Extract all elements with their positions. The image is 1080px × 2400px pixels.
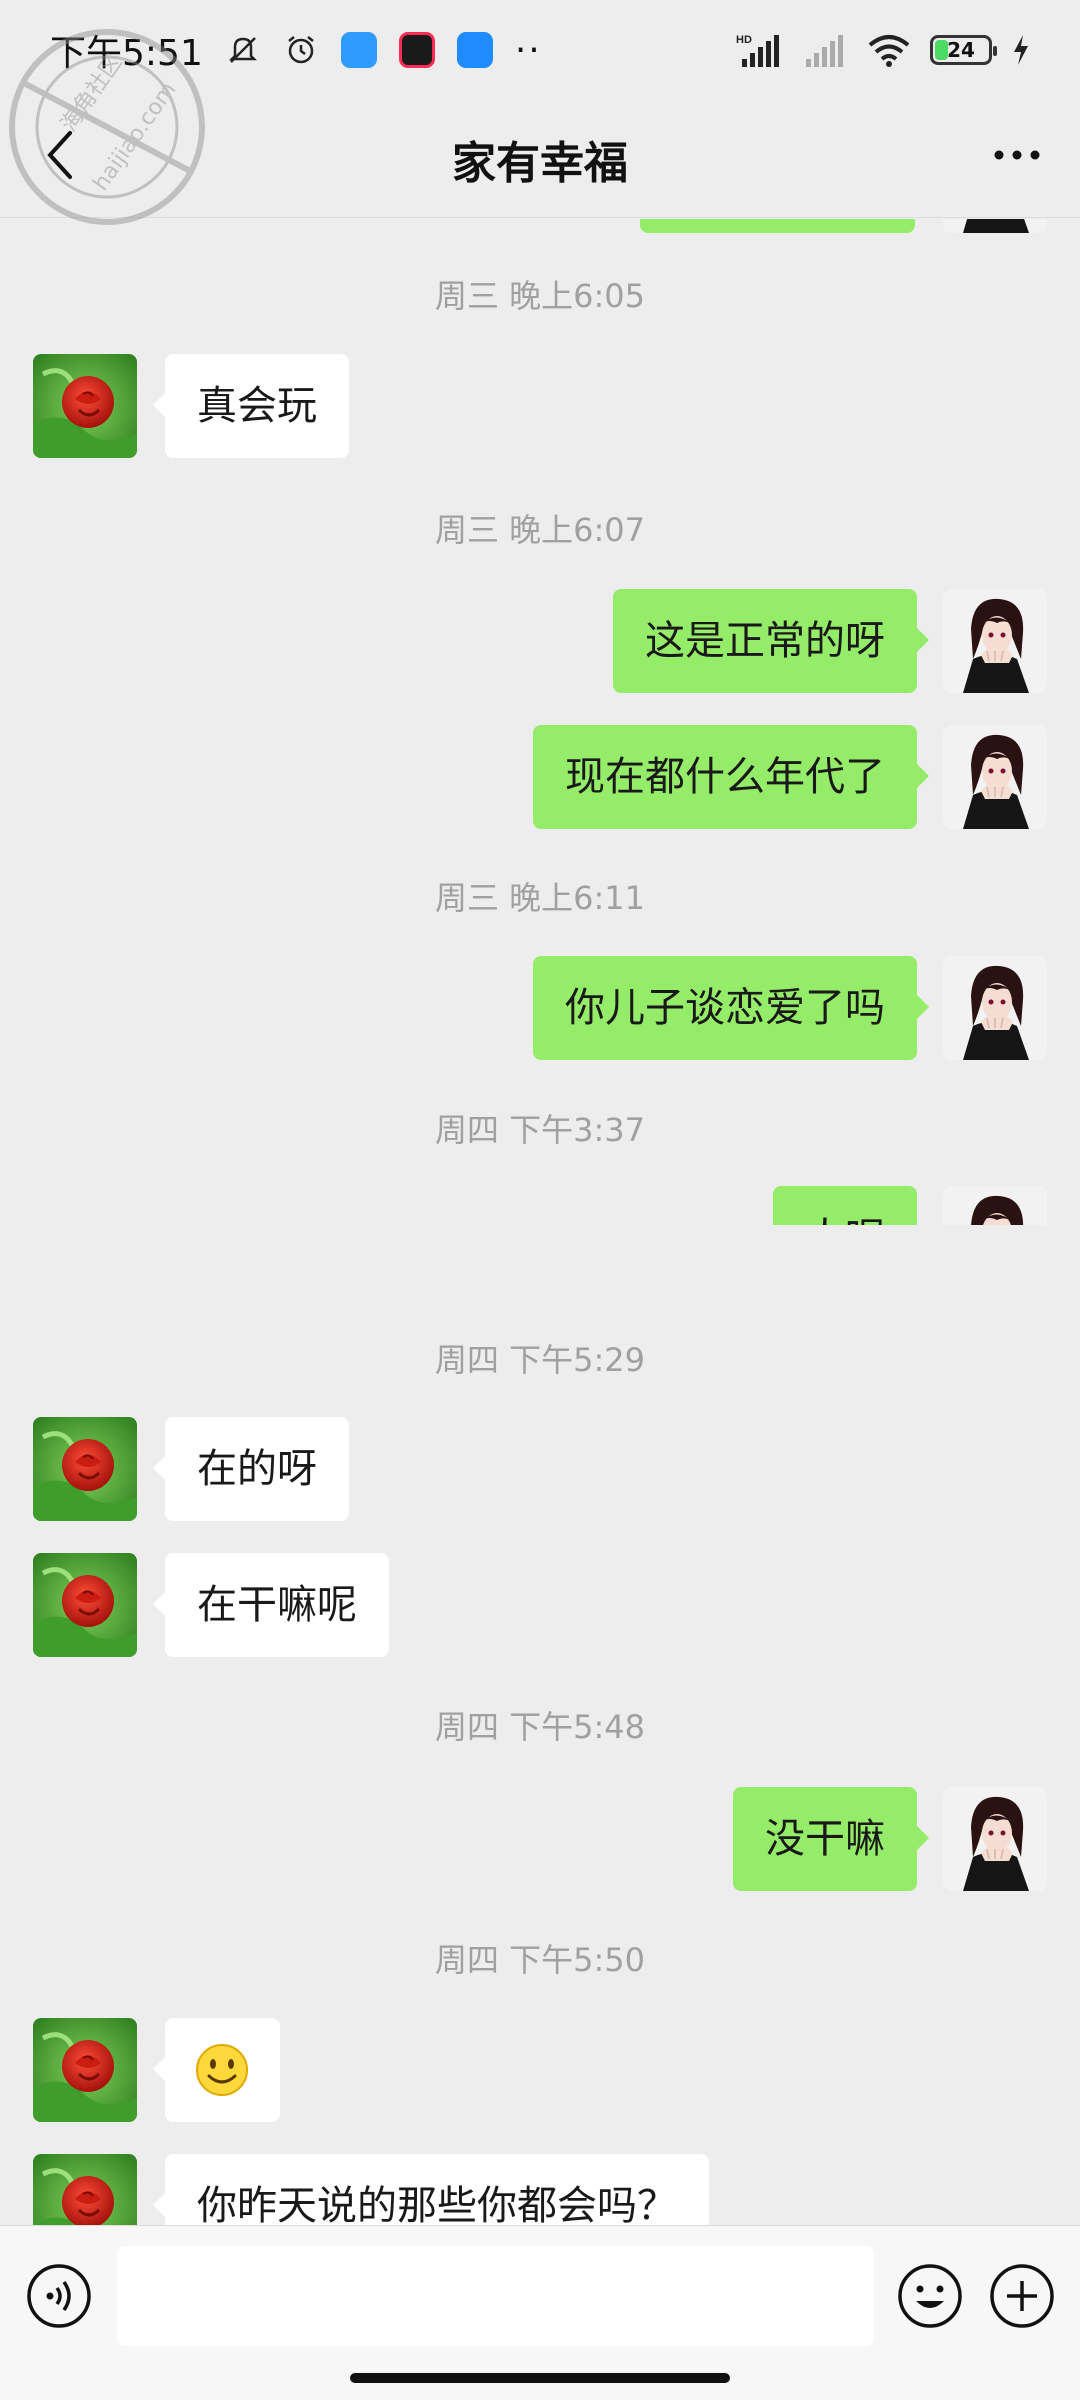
timestamp: 周三 晚上6:05 <box>434 277 646 315</box>
contact-avatar[interactable] <box>33 1417 137 1521</box>
timestamp: 周四 下午3:37 <box>434 1111 646 1149</box>
hd-signal-icon: HD <box>736 33 784 67</box>
battery-icon: 24 <box>930 35 997 65</box>
incoming-message[interactable]: 在干嘛呢 <box>153 1553 389 1657</box>
timestamp: 周四 下午5:48 <box>434 1708 646 1746</box>
status-right: HD 24 <box>736 33 1030 67</box>
outgoing-message[interactable]: 你儿子谈恋爱了吗 <box>533 956 929 1060</box>
my-avatar[interactable] <box>943 589 1047 693</box>
video-app-icon <box>398 32 435 68</box>
timestamp: 周四 下午5:29 <box>434 1341 646 1379</box>
charging-icon <box>1012 34 1030 66</box>
my-avatar[interactable] <box>943 956 1047 1060</box>
status-bar: 下午5:51 ·· HD 24 <box>0 0 1080 100</box>
contact-avatar[interactable] <box>33 1553 137 1657</box>
back-chevron-icon[interactable] <box>30 120 90 190</box>
timestamp: 周三 晚上6:07 <box>434 511 646 549</box>
contact-avatar[interactable] <box>33 2018 137 2122</box>
outgoing-message[interactable]: 现在都什么年代了 <box>533 725 929 829</box>
battery-level: 24 <box>947 38 975 62</box>
voice-icon[interactable] <box>24 2261 94 2331</box>
mute-icon <box>225 32 261 68</box>
outgoing-message[interactable]: 这是正常的呀 <box>613 589 929 693</box>
home-indicator[interactable] <box>350 2373 730 2383</box>
more-icon[interactable] <box>982 125 1052 185</box>
chat-area-lower[interactable]: 周四 下午5:29 在的呀 在干嘛呢 周四 下午5:48 没干嘛 周四 下午5:… <box>0 1225 1080 2225</box>
incoming-message[interactable]: 你昨天说的那些你都会吗？ <box>153 2154 709 2225</box>
timestamp: 周三 晚上6:11 <box>434 879 646 917</box>
alarm-icon <box>283 32 319 68</box>
title-bar: 家有幸福 <box>0 100 1080 218</box>
status-time: 下午5:51 <box>50 33 203 74</box>
incoming-message[interactable]: 在的呀 <box>153 1417 349 1521</box>
my-avatar[interactable] <box>943 1186 1047 1225</box>
smile-emoji-icon <box>196 2044 248 2096</box>
my-avatar[interactable] <box>943 725 1047 829</box>
cloud-app-icon <box>340 32 377 68</box>
status-left: 下午5:51 ·· <box>50 24 542 76</box>
my-avatar[interactable] <box>943 1787 1047 1891</box>
wifi-icon <box>868 33 910 67</box>
emoji-message[interactable] <box>153 2018 280 2122</box>
contact-avatar[interactable] <box>33 2154 137 2225</box>
svg-text:HD: HD <box>736 34 752 46</box>
signal-icon <box>804 33 848 67</box>
contact-avatar[interactable] <box>33 354 137 458</box>
previous-message-bubble[interactable] <box>640 219 915 233</box>
outgoing-message[interactable]: 人呢 <box>773 1186 929 1225</box>
message-input[interactable] <box>117 2246 874 2346</box>
chat-title: 家有幸福 <box>452 137 628 189</box>
emoji-icon[interactable] <box>895 2261 965 2331</box>
plus-icon[interactable] <box>987 2261 1057 2331</box>
incoming-message[interactable]: 真会玩 <box>153 354 349 458</box>
previous-sender-avatar[interactable] <box>943 219 1047 233</box>
more-dots-icon: ·· <box>514 29 542 71</box>
outgoing-message[interactable]: 没干嘛 <box>733 1787 929 1891</box>
chat-app-icon <box>456 32 493 68</box>
chat-area[interactable]: 周三 晚上6:05 真会玩 周三 晚上6:07 这是正常的呀 现在都什么年代了 … <box>0 219 1080 1225</box>
timestamp: 周四 下午5:50 <box>434 1941 646 1979</box>
